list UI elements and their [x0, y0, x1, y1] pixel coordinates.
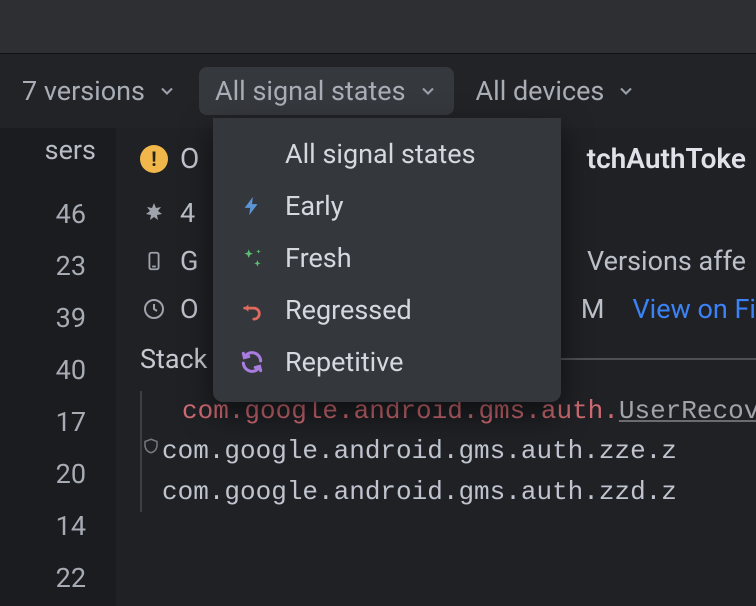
dropdown-item-fresh[interactable]: Fresh: [213, 232, 561, 284]
users-column: sers 46 23 39 40 17 20 14 22: [0, 128, 116, 606]
dropdown-item-regressed[interactable]: Regressed: [213, 284, 561, 336]
clock-icon: [140, 297, 168, 321]
dropdown-item-label: Early: [285, 190, 344, 222]
sparkles-icon: [237, 245, 267, 271]
stack-trace: com.google.android.gms.auth.UserRecov co…: [140, 391, 756, 512]
users-column-header: sers: [0, 134, 116, 166]
dropdown-item-label: Repetitive: [285, 346, 403, 378]
devices-filter[interactable]: All devices: [460, 67, 653, 115]
bolt-icon: [237, 193, 267, 219]
dropdown-item-label: Regressed: [285, 294, 412, 326]
dropdown-item-repetitive[interactable]: Repetitive: [213, 336, 561, 388]
view-on-link[interactable]: View on Fi: [632, 293, 756, 325]
list-item[interactable]: 40: [0, 344, 116, 396]
dropdown-item-early[interactable]: Early: [213, 180, 561, 232]
device-value: G: [180, 245, 198, 277]
title-code: tchAuthToke: [587, 142, 756, 175]
cycle-icon: [237, 349, 267, 375]
shield-icon: [142, 433, 160, 463]
versions-filter[interactable]: 7 versions: [6, 67, 193, 115]
versions-filter-label: 7 versions: [22, 75, 145, 107]
burst-icon: [140, 201, 168, 225]
list-item[interactable]: 39: [0, 292, 116, 344]
versions-affected-label: Versions affe: [587, 245, 756, 277]
dropdown-item-all[interactable]: All signal states: [213, 128, 561, 180]
device-icon: [140, 250, 168, 272]
dropdown-item-label: All signal states: [285, 138, 476, 170]
list-item[interactable]: 22: [0, 552, 116, 604]
list-item[interactable]: 20: [0, 448, 116, 500]
chevron-down-icon: [616, 81, 636, 101]
list-item[interactable]: 46: [0, 188, 116, 240]
signal-states-dropdown: All signal states Early Fresh Regressed …: [213, 118, 561, 402]
chevron-down-icon: [418, 81, 438, 101]
trace-error-class: UserRecov: [619, 396, 756, 426]
signal-states-filter-label: All signal states: [215, 75, 406, 107]
crashes-value: 4: [180, 197, 195, 229]
list-item[interactable]: 14: [0, 500, 116, 552]
trace-frame[interactable]: com.google.android.gms.auth.zze.z: [154, 431, 756, 471]
signal-states-filter[interactable]: All signal states: [199, 67, 454, 115]
title-prefix: O: [180, 142, 199, 175]
warning-icon: !: [140, 145, 168, 173]
list-item[interactable]: 23: [0, 240, 116, 292]
undo-icon: [237, 299, 267, 321]
time-value: O: [180, 293, 199, 325]
filter-bar: 7 versions All signal states All devices: [0, 54, 756, 128]
chevron-down-icon: [157, 81, 177, 101]
top-toolbar: [0, 0, 756, 54]
time-suffix: M: [581, 293, 605, 325]
dropdown-item-label: Fresh: [285, 242, 352, 274]
list-item[interactable]: 17: [0, 396, 116, 448]
devices-filter-label: All devices: [476, 75, 605, 107]
trace-frame[interactable]: com.google.android.gms.auth.zzd.z: [154, 472, 756, 512]
